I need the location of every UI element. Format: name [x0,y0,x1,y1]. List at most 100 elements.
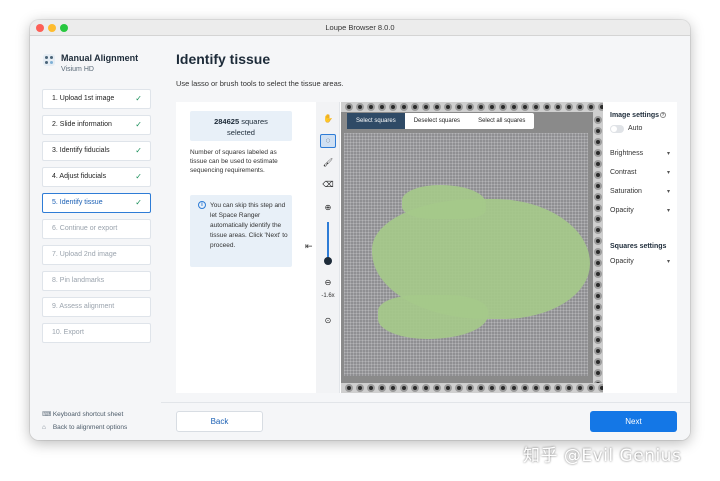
brightness-dropdown[interactable]: Brightness ▾ [610,150,670,157]
hand-icon[interactable]: ✋ [320,112,336,126]
fiducial-dot [554,103,562,111]
sidebar-step[interactable]: 5. Identify tissue ✓ [42,193,151,213]
lasso-icon[interactable]: ◌ [320,134,336,148]
fiducial-dot [594,347,602,355]
selection-mode-tabs: Select squares Deselect squares Select a… [347,113,535,129]
sidebar-step[interactable]: 2. Slide information ✓ [42,115,151,135]
footer-bar: Back Next [161,402,690,440]
fiducial-dot [345,384,353,392]
brush-icon[interactable]: 🖌 [320,156,336,170]
keyboard-shortcut-link[interactable]: ⌨ Keyboard shortcut sheet [42,410,123,418]
fiducial-dot [422,384,430,392]
sidebar-step-label: 7. Upload 2nd image [52,251,117,258]
fiducial-dot [594,204,602,212]
next-button[interactable]: Next [590,411,677,432]
fiducial-dot [389,103,397,111]
fiducial-dot [477,384,485,392]
contrast-label: Contrast [610,169,637,176]
workspace-panel: 284625 squares selected Number of square… [176,102,677,393]
image-settings-header: Image settings? [610,112,667,119]
saturation-dropdown[interactable]: Saturation ▾ [610,188,670,195]
tab-select-all-squares[interactable]: Select all squares [469,113,534,129]
sidebar-step-label: 5. Identify tissue [52,199,103,206]
back-button[interactable]: Back [176,411,263,432]
help-icon[interactable]: ? [660,112,667,118]
contrast-dropdown[interactable]: Contrast ▾ [610,169,670,176]
tab-select-squares[interactable]: Select squares [347,113,405,129]
collapse-panel-icon[interactable]: ⇤ [305,241,313,252]
back-to-options-link[interactable]: ⌂ Back to alignment options [42,424,127,431]
keyboard-icon: ⌨ [42,411,52,418]
zoom-in-icon[interactable]: ⊕ [320,201,336,215]
sidebar-step[interactable]: 3. Identify fiducials ✓ [42,141,151,161]
main-content: Identify tissue Use lasso or brush tools… [161,37,690,440]
zoom-out-icon[interactable]: ⊖ [320,276,336,290]
checkmark-icon: ✓ [135,94,142,103]
fiducial-row-bottom [341,383,603,393]
fiducial-dot [543,384,551,392]
selection-count-box: 284625 squares selected [190,111,292,141]
fiducial-dot [554,384,562,392]
fiducial-dot [510,103,518,111]
sidebar: Manual Alignment Visium HD 1. Upload 1st… [30,37,159,440]
fiducial-dot [576,384,584,392]
fiducial-dot [400,103,408,111]
sidebar-step-label: 2. Slide information [52,121,112,128]
sidebar-step[interactable]: 4. Adjust fiducials ✓ [42,167,151,187]
back-to-options-label: Back to alignment options [52,424,128,431]
image-viewer[interactable]: Select squares Deselect squares Select a… [341,102,603,393]
auto-toggle[interactable] [610,125,624,133]
fiducial-dot [444,384,452,392]
sidebar-step: 9. Assess alignment [42,297,151,317]
skip-note-box: i You can skip this step and let Space R… [190,195,292,267]
fiducial-dot [594,182,602,190]
squares-opacity-dropdown[interactable]: Opacity ▾ [610,258,670,265]
fiducial-dot [594,127,602,135]
saturation-label: Saturation [610,188,642,195]
window-title: Loupe Browser 8.0.0 [325,23,395,32]
fiducial-dot [576,103,584,111]
sidebar-step: 8. Pin landmarks [42,271,151,291]
fiducial-dot [594,259,602,267]
fiducial-dot [367,384,375,392]
fiducial-dot [466,103,474,111]
fiducial-dot [356,103,364,111]
image-opacity-label: Opacity [610,207,634,214]
zoom-level-label: -1.6x [321,293,335,299]
info-icon: i [198,201,206,209]
fiducial-dot [594,149,602,157]
chevron-down-icon: ▾ [666,170,670,176]
home-icon: ⌂ [42,424,46,431]
checkmark-icon: ✓ [135,172,142,181]
fiducial-dot [455,103,463,111]
fiducial-dot [400,384,408,392]
tissue-selection-overlay [378,295,488,339]
eraser-icon[interactable]: ⌫ [320,178,336,192]
fiducial-dot [594,116,602,124]
chevron-down-icon: ▾ [666,189,670,195]
fiducial-dot [587,384,595,392]
skip-note-text: You can skip this step and let Space Ran… [210,202,288,249]
sidebar-step[interactable]: 1. Upload 1st image ✓ [42,89,151,109]
zoom-slider-track[interactable] [327,222,329,262]
recenter-icon[interactable]: ⊙ [320,314,336,328]
fiducial-dot [466,384,474,392]
fiducial-row-top [341,102,603,112]
checkmark-icon: ✓ [135,146,142,155]
fiducial-dot [594,336,602,344]
fiducial-dot [594,160,602,168]
fiducial-dot [594,171,602,179]
fiducial-dot [389,384,397,392]
zoom-slider-handle[interactable] [324,257,332,265]
tab-deselect-squares[interactable]: Deselect squares [405,113,469,129]
fiducial-dot [422,103,430,111]
squares-settings-header: Squares settings [610,243,667,250]
selection-count-value: 284625 [214,117,240,126]
sidebar-step-label: 9. Assess alignment [52,303,115,310]
image-opacity-dropdown[interactable]: Opacity ▾ [610,207,670,214]
fiducial-dot [594,314,602,322]
selection-count-unit: squares [241,117,268,126]
sequencing-info-text: Number of squares labeled as tissue can … [190,149,278,174]
settings-panel: Image settings? Auto Brightness ▾ Contras… [604,102,677,393]
fiducial-dot [594,281,602,289]
